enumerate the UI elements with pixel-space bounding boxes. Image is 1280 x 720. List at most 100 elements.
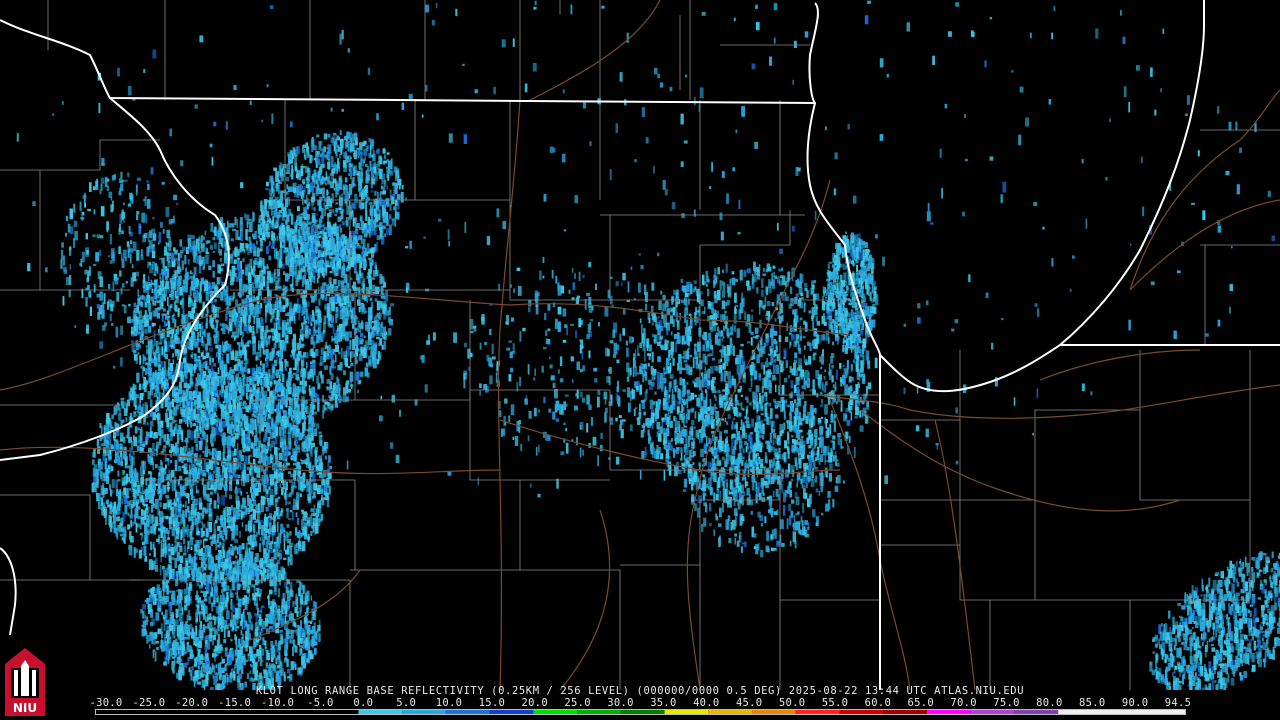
echo-pixel [231, 276, 235, 282]
echo-pixel [282, 164, 287, 169]
echo-pixel [266, 231, 271, 237]
echo-pixel [206, 394, 209, 398]
echo-pixel [219, 249, 222, 256]
echo-pixel [399, 178, 402, 186]
echo-pixel [121, 498, 123, 504]
echo-pixel [316, 277, 319, 284]
echo-pixel [187, 259, 190, 265]
echo-pixel [380, 186, 384, 189]
echo-pixel [176, 530, 179, 540]
echo-pixel [352, 241, 355, 247]
echo-pixel [328, 296, 332, 304]
echo-pixel [311, 203, 314, 210]
echo-pixel [234, 474, 239, 479]
echo-pixel [356, 222, 360, 228]
echo-pixel [249, 221, 253, 233]
echo-pixel [196, 255, 199, 264]
echo-pixel [185, 267, 187, 275]
echo-pixel [324, 154, 327, 159]
echo-pixel [217, 331, 220, 342]
echo-pixel [233, 267, 237, 271]
echo-pixel [220, 328, 223, 331]
echo-pixel [246, 455, 248, 464]
echo-pixel [164, 353, 168, 360]
echo-pixel [217, 462, 220, 466]
echo-pixel [386, 159, 389, 162]
echo-pixel [345, 315, 350, 320]
echo-pixel [190, 299, 194, 307]
echo-pixel [229, 297, 232, 306]
echo-pixel [246, 392, 248, 400]
echo-pixel [258, 218, 261, 224]
echo-pixel [167, 340, 170, 352]
echo-pixel [256, 240, 258, 245]
echo-pixel [139, 524, 142, 530]
echo-pixel [145, 345, 148, 348]
echo-pixel [200, 325, 204, 332]
echo-pixel [234, 539, 238, 543]
echo-pixel [281, 488, 284, 496]
echo-pixel [281, 415, 284, 422]
echo-pixel [299, 169, 302, 179]
echo-pixel [210, 244, 213, 250]
echo-pixel [388, 214, 392, 220]
echo-pixel [370, 190, 374, 193]
echo-pixel [350, 362, 354, 367]
echo-pixel [368, 290, 373, 295]
echo-pixel [245, 267, 248, 276]
echo-pixel [170, 290, 175, 301]
echo-pixel [272, 432, 276, 439]
echo-pixel [274, 511, 277, 517]
echo-pixel [257, 305, 261, 314]
echo-pixel [273, 329, 278, 341]
echo-pixel [365, 146, 369, 152]
echo-pixel [174, 535, 177, 544]
echo-pixel [283, 249, 286, 254]
echo-pixel [140, 477, 144, 485]
echo-pixel [217, 344, 222, 355]
echo-pixel [281, 212, 285, 221]
echo-pixel [199, 330, 202, 337]
echo-pixel [304, 329, 309, 339]
echo-pixel [195, 425, 199, 432]
echo-pixel [362, 226, 365, 234]
echo-pixel [133, 308, 136, 313]
echo-pixel [194, 341, 199, 348]
echo-pixel [280, 247, 283, 258]
echo-pixel [246, 473, 250, 483]
echo-pixel [308, 258, 313, 263]
echo-pixel [160, 462, 163, 468]
echo-pixel [341, 209, 345, 212]
echo-pixel [231, 223, 235, 228]
echo-pixel [306, 362, 308, 369]
echo-pixel [296, 447, 301, 450]
echo-pixel [227, 435, 232, 447]
echo-pixel [382, 160, 386, 165]
echo-pixel [395, 212, 399, 219]
echo-pixel [300, 323, 303, 326]
echo-pixel [371, 321, 376, 324]
echo-pixel [311, 175, 315, 180]
echo-pixel [312, 521, 315, 533]
echo-pixel [273, 210, 277, 218]
echo-pixel [198, 251, 202, 254]
echo-pixel [354, 165, 357, 176]
echo-pixel [280, 348, 284, 360]
echo-pixel [228, 321, 233, 332]
echo-pixel [285, 507, 289, 512]
echo-pixel [204, 545, 207, 557]
echo-pixel [311, 295, 315, 303]
echo-pixel [268, 241, 272, 246]
echo-pixel [362, 246, 365, 250]
echo-pixel [244, 348, 246, 356]
echo-pixel [221, 421, 226, 428]
echo-pixel [155, 498, 159, 509]
echo-pixel [376, 208, 380, 214]
echo-pixel [322, 409, 325, 419]
echo-pixel [279, 162, 283, 174]
echo-pixel [311, 235, 316, 238]
echo-pixel [277, 416, 282, 423]
echo-pixel [181, 331, 185, 342]
echo-pixel [320, 257, 324, 266]
echo-pixel [327, 133, 331, 138]
